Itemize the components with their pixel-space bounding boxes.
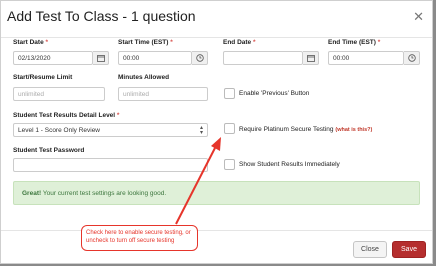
detail-level-value: Level 1 - Score Only Review — [18, 127, 101, 134]
end-time-input[interactable]: 00:00 — [328, 51, 404, 65]
platinum-secure-label: Require Platinum Secure Testing (what is… — [239, 126, 373, 133]
minutes-allowed-input[interactable]: unlimited — [118, 87, 208, 101]
show-results-label: Show Student Results Immediately — [239, 161, 340, 168]
required-mark: * — [45, 39, 49, 46]
platinum-secure-checkbox[interactable] — [224, 123, 235, 134]
end-date-input[interactable] — [223, 51, 303, 65]
required-mark: * — [170, 39, 173, 46]
required-mark: * — [377, 39, 381, 46]
add-test-modal: Add Test To Class - 1 question ✕ Start D… — [0, 0, 433, 264]
modal-header: Add Test To Class - 1 question ✕ — [1, 1, 432, 38]
alert-message: Your current test settings are looking g… — [41, 190, 167, 197]
minutes-allowed-label: Minutes Allowed — [118, 74, 170, 81]
modal-title: Add Test To Class - 1 question — [7, 8, 196, 24]
save-button[interactable]: Save — [392, 241, 426, 258]
success-alert: Great! Your current test settings are lo… — [13, 181, 420, 205]
alert-strong: Great! — [22, 190, 42, 197]
start-date-input[interactable]: 02/13/2020 — [13, 51, 93, 65]
start-time-input[interactable]: 00:00 — [118, 51, 192, 65]
clock-icon[interactable] — [192, 51, 208, 65]
calendar-icon[interactable] — [93, 51, 109, 65]
enable-previous-label: Enable 'Previous' Button — [239, 90, 310, 97]
show-results-checkbox[interactable] — [224, 159, 235, 170]
select-caret-icon: ▴ ▾ — [199, 125, 203, 136]
clock-icon[interactable] — [404, 51, 420, 65]
required-mark: * — [252, 39, 256, 46]
enable-previous-checkbox[interactable] — [224, 88, 235, 99]
end-time-label: End Time (EST) * — [328, 39, 381, 46]
annotation-callout: Check here to enable secure testing, or … — [81, 225, 198, 251]
close-button[interactable]: Close — [353, 241, 387, 258]
detail-level-label: Student Test Results Detail Level * — [13, 112, 120, 119]
close-icon[interactable]: ✕ — [413, 9, 424, 25]
calendar-icon[interactable] — [303, 51, 319, 65]
required-mark: * — [116, 112, 120, 119]
footer-divider — [1, 230, 432, 231]
start-time-label: Start Time (EST) * — [118, 39, 173, 46]
password-label: Student Test Password — [13, 147, 85, 154]
resume-limit-label: Start/Resume Limit — [13, 74, 73, 81]
password-input[interactable] — [13, 158, 208, 172]
what-is-this-link[interactable]: (what is this?) — [335, 127, 372, 133]
end-date-label: End Date * — [223, 39, 256, 46]
resume-limit-input[interactable]: unlimited — [13, 87, 105, 101]
detail-level-select[interactable]: Level 1 - Score Only Review ▴ ▾ — [13, 123, 208, 137]
start-date-label: Start Date * — [13, 39, 49, 46]
